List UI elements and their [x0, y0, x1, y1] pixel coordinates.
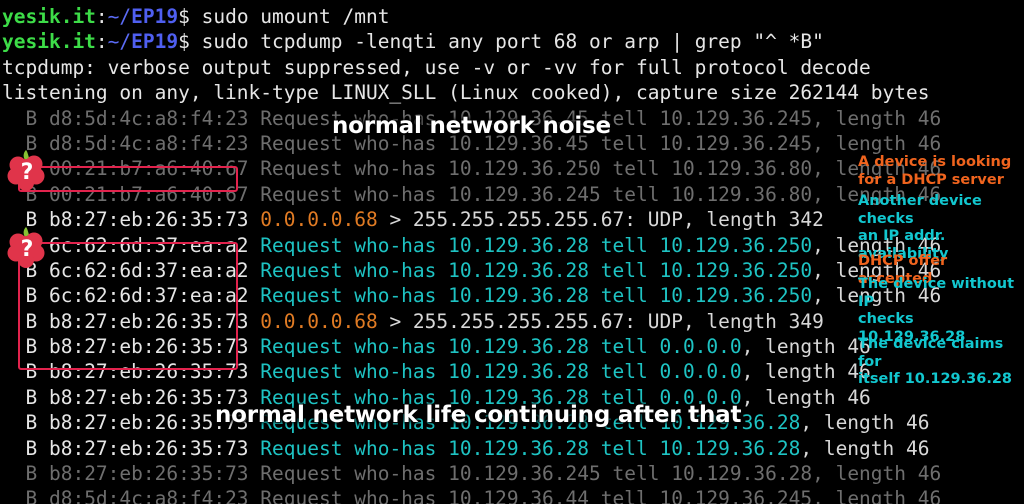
- prompt-dir: EP19: [131, 5, 179, 28]
- raspberry-pi-question-marker-2: ?: [4, 222, 52, 270]
- packet-length: , length 46: [800, 436, 930, 460]
- packet-arp-request: Request who-has 10.129.36.28 tell 10.129…: [248, 284, 813, 308]
- packet-source-mac: 6c:62:6d:37:ea:a2: [48, 284, 249, 308]
- packet-arp-request: Request who-has 10.129.36.245 tell 10.12…: [248, 182, 813, 206]
- packet-dhcp-source: 0.0.0.0.68: [248, 309, 378, 333]
- tcpdump-notice-verbose: tcpdump: verbose output suppressed, use …: [2, 55, 871, 79]
- packet-source-mac: b8:27:eb:26:35:73: [48, 208, 249, 232]
- packet-arp-request: Request who-has 10.129.36.44 tell 10.129…: [248, 487, 813, 504]
- prompt-user-host: yesik.it: [2, 5, 96, 28]
- packet-source-mac: b8:27:eb:26:35:73: [48, 360, 249, 384]
- packet-source-mac: 6c:62:6d:37:ea:a2: [48, 258, 249, 282]
- prompt-colon: :: [95, 30, 108, 54]
- terminal-command-line-2: yesik.it:~/EP19$ sudo tcpdump -lenqti an…: [2, 29, 1024, 54]
- caption-normal-network-life: normal network life continuing after tha…: [215, 402, 742, 428]
- packet-direction-flag: B: [2, 309, 49, 333]
- packet-direction-flag: B: [2, 462, 49, 486]
- packet-arp-request: Request who-has 10.129.36.28 tell 10.129…: [248, 258, 813, 282]
- packet-length: , length 46: [741, 385, 871, 409]
- tcpdump-notice-listening: listening on any, link-type LINUX_SLL (L…: [2, 81, 930, 105]
- packet-length: , length 46: [812, 487, 942, 504]
- packet-source-mac: d8:5d:4c:a8:f4:23: [48, 131, 249, 155]
- packet-direction-flag: B: [2, 106, 49, 130]
- packet-source-mac: d8:5d:4c:a8:f4:23: [48, 106, 249, 130]
- prompt-dir: EP19: [131, 30, 179, 54]
- packet-source-mac: d8:5d:4c:a8:f4:23: [48, 487, 249, 504]
- packet-length: , length 46: [741, 360, 871, 384]
- packet-arp-request: Request who-has 10.129.36.28 tell 0.0.0.…: [248, 335, 742, 359]
- packet-length: , length 46: [812, 462, 942, 486]
- packet-direction-flag: B: [2, 284, 49, 308]
- packet-source-mac: b8:27:eb:26:35:73: [48, 462, 249, 486]
- packet-direction-flag: B: [2, 411, 49, 435]
- terminal-screenshot: yesik.it:~/EP19$ sudo umount /mnt yesik.…: [0, 0, 1024, 504]
- packet-direction-flag: B: [2, 385, 49, 409]
- packet-dhcp-body: > 255.255.255.255.67: UDP, length 349: [377, 309, 824, 333]
- packet-source-mac: 6c:62:6d:37:ea:a2: [48, 233, 249, 257]
- packet-dhcp-source: 0.0.0.0.68: [248, 208, 378, 232]
- packet-length: , length 46: [812, 131, 942, 155]
- prompt-tilde: ~/: [107, 5, 132, 28]
- packet-row: B b8:27:eb:26:35:73 Request who-has 10.1…: [2, 436, 1024, 461]
- annotation-device-claims-ip: The device claims for itself 10.129.36.2…: [858, 336, 1013, 387]
- prompt-dollar: $: [178, 5, 202, 28]
- packet-source-mac: 00:21:b7:a6:40:67: [48, 157, 249, 181]
- packet-dhcp-body: > 255.255.255.255.67: UDP, length 342: [377, 208, 824, 232]
- terminal-command-line-1: yesik.it:~/EP19$ sudo umount /mnt: [2, 4, 1024, 29]
- prompt-dollar: $: [178, 30, 202, 54]
- svg-text:?: ?: [21, 237, 34, 262]
- packet-source-mac: b8:27:eb:26:35:73: [48, 436, 249, 460]
- command-text-1: sudo umount /mnt: [201, 5, 390, 28]
- packet-direction-flag: B: [2, 335, 49, 359]
- packet-source-mac: b8:27:eb:26:35:73: [48, 335, 249, 359]
- packet-direction-flag: B: [2, 360, 49, 384]
- packet-direction-flag: B: [2, 487, 49, 504]
- packet-length: , length 46: [812, 106, 942, 130]
- packet-length: , length 46: [800, 411, 930, 435]
- packet-row: B d8:5d:4c:a8:f4:23 Request who-has 10.1…: [2, 486, 1024, 504]
- prompt-colon: :: [95, 5, 108, 28]
- packet-direction-flag: B: [2, 436, 49, 460]
- packet-arp-request: Request who-has 10.129.36.28 tell 10.129…: [248, 233, 813, 257]
- packet-source-mac: b8:27:eb:26:35:73: [48, 309, 249, 333]
- caption-normal-network-noise: normal network noise: [332, 113, 611, 139]
- svg-text:?: ?: [21, 160, 34, 185]
- prompt-tilde: ~/: [107, 30, 132, 54]
- annotation-dhcp-discover: A device is looking for a DHCP server: [858, 154, 1012, 188]
- packet-arp-request: Request who-has 10.129.36.28 tell 0.0.0.…: [248, 360, 742, 384]
- packet-source-mac: 00:21:b7:a6:40:67: [48, 182, 249, 206]
- packet-arp-request: Request who-has 10.129.36.250 tell 10.12…: [248, 157, 813, 181]
- command-text-2: sudo tcpdump -lenqti any port 68 or arp …: [201, 30, 824, 54]
- packet-row: B b8:27:eb:26:35:73 Request who-has 10.1…: [2, 461, 1024, 486]
- packet-arp-request: Request who-has 10.129.36.28 tell 10.129…: [248, 436, 801, 460]
- prompt-user-host: yesik.it: [2, 30, 96, 54]
- packet-length: , length 46: [741, 335, 871, 359]
- packet-arp-request: Request who-has 10.129.36.245 tell 10.12…: [248, 462, 813, 486]
- raspberry-pi-question-marker-1: ?: [4, 145, 52, 193]
